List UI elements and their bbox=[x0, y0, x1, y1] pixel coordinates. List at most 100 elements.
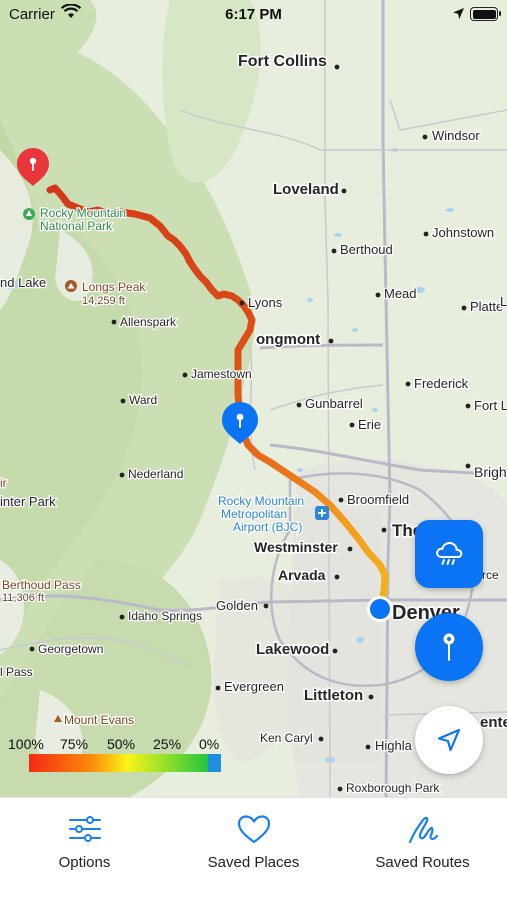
place-label-erie: Erie bbox=[358, 417, 381, 432]
place-dot-broomfield bbox=[338, 497, 344, 503]
place-dot-ken-caryl bbox=[318, 736, 324, 742]
place-label-loveland-pass: l Pass bbox=[0, 665, 33, 679]
place-dot-arvada bbox=[334, 574, 340, 580]
place-dot-frederick bbox=[405, 381, 411, 387]
place-dot-gunbarrel bbox=[296, 402, 302, 408]
place-dot-jamestown bbox=[182, 372, 188, 378]
map-view[interactable]: Fort Collins Windsor Loveland Berthoud Johns… bbox=[0, 0, 507, 797]
heart-icon bbox=[237, 815, 270, 844]
place-dot-lyons bbox=[239, 300, 245, 306]
current-location-dot bbox=[367, 596, 393, 622]
place-label-golden: Golden bbox=[216, 598, 258, 613]
place-dot-thornton bbox=[381, 527, 387, 533]
legend-label-100: 100% bbox=[8, 736, 44, 752]
airport-label-line2: Metropolitan bbox=[221, 507, 287, 521]
place-label-idaho-springs: Idaho Springs bbox=[128, 609, 202, 623]
battery-icon bbox=[470, 7, 501, 21]
tab-bar: Options Saved Places Saved Routes bbox=[0, 797, 507, 900]
squiggle-route-icon bbox=[408, 816, 438, 844]
peak-elevation-berthoud-pass: 11,306 ft bbox=[2, 592, 44, 604]
place-label-arvada: Arvada bbox=[278, 567, 326, 583]
app-screen: Fort Collins Windsor Loveland Berthoud Johns… bbox=[0, 0, 507, 900]
place-dot-johnstown bbox=[423, 231, 429, 237]
place-dot-brighton bbox=[465, 463, 471, 469]
place-label-fort-lupton: Fort L bbox=[474, 398, 507, 413]
drop-pin-button[interactable] bbox=[415, 613, 483, 681]
peak-label-mount-evans: Mount Evans bbox=[64, 713, 134, 727]
place-dot-berthoud bbox=[331, 248, 337, 254]
place-label-frederick: Frederick bbox=[414, 376, 469, 391]
place-dot-ward bbox=[120, 398, 126, 404]
place-label-windsor: Windsor bbox=[432, 128, 480, 143]
legend-label-50: 50% bbox=[107, 736, 136, 752]
peak-elevation-longs-peak: 14,259 ft bbox=[82, 295, 125, 307]
place-dot-nederland bbox=[119, 472, 125, 478]
place-label-johnstown: Johnstown bbox=[432, 225, 494, 240]
airport-label-line3: Airport (BJC) bbox=[233, 520, 302, 534]
place-label-roxborough-park: Roxborough Park bbox=[346, 781, 440, 795]
place-label-lyons: Lyons bbox=[248, 295, 283, 310]
map-pin-icon bbox=[443, 633, 455, 661]
place-label-littleton: Littleton bbox=[304, 687, 363, 704]
place-dot-golden bbox=[263, 603, 269, 609]
place-dot-loveland bbox=[341, 188, 347, 194]
place-label-centennial: ente bbox=[480, 714, 507, 731]
route-legend: 100% 75% 50% 25% 0% bbox=[8, 736, 221, 776]
place-dot-idaho-springs bbox=[119, 614, 125, 620]
legend-label-75: 75% bbox=[60, 736, 89, 752]
park-icon bbox=[23, 208, 35, 220]
place-dot-platteville bbox=[461, 305, 467, 311]
park-label-line2: National Park bbox=[40, 219, 113, 233]
legend-gradient-bar bbox=[29, 754, 221, 772]
sliders-icon bbox=[68, 816, 101, 842]
place-label-berthoud: Berthoud bbox=[340, 242, 393, 257]
place-label-lake-right: L bbox=[500, 294, 507, 309]
place-label-ward: Ward bbox=[129, 393, 157, 407]
place-label-longmont: ongmont bbox=[256, 331, 320, 348]
place-label-broomfield: Broomfield bbox=[347, 492, 409, 507]
place-label-mead: Mead bbox=[384, 286, 417, 301]
place-dot-littleton bbox=[368, 694, 374, 700]
weather-button[interactable] bbox=[415, 520, 483, 588]
place-label-jamestown: Jamestown bbox=[191, 367, 252, 381]
place-label-georgetown: Georgetown bbox=[38, 642, 103, 656]
airport-label-line1: Rocky Mountain bbox=[218, 494, 304, 508]
tab-saved-places[interactable]: Saved Places bbox=[169, 798, 338, 878]
place-dot-erie bbox=[349, 422, 355, 428]
place-dot-evergreen bbox=[215, 685, 221, 691]
tab-options[interactable]: Options bbox=[0, 798, 169, 878]
tab-saved-routes[interactable]: Saved Routes bbox=[338, 798, 507, 878]
place-label-ken-caryl: Ken Caryl bbox=[260, 731, 313, 745]
tab-saved-routes-label: Saved Routes bbox=[375, 854, 470, 871]
place-label-allenspark: Allenspark bbox=[120, 315, 177, 329]
place-dot-mead bbox=[375, 292, 381, 298]
peak-label-longs-peak: Longs Peak bbox=[82, 280, 146, 294]
place-label-winter-park: inter Park bbox=[0, 494, 56, 509]
place-label-westminster: Westminster bbox=[254, 539, 338, 555]
status-bar: Carrier 6:17 PM bbox=[0, 0, 507, 30]
place-dot-fort-collins bbox=[334, 64, 340, 70]
clock-label: 6:17 PM bbox=[225, 6, 282, 23]
place-dot-highlands-ranch bbox=[365, 744, 371, 750]
peak-label-berthoud-pass: Berthoud Pass bbox=[2, 578, 81, 592]
cloud-rain-icon bbox=[436, 541, 463, 565]
locate-me-button[interactable] bbox=[415, 706, 483, 774]
place-label-lakewood: Lakewood bbox=[256, 641, 329, 658]
navigation-arrow-icon bbox=[437, 728, 461, 752]
place-label-nederland: Nederland bbox=[128, 467, 183, 481]
park-label-line1: Rocky Mountain bbox=[40, 206, 126, 220]
place-dot-allenspark bbox=[111, 319, 117, 325]
place-label-evergreen: Evergreen bbox=[224, 679, 284, 694]
legend-labels: 100% 75% 50% 25% 0% bbox=[8, 736, 222, 752]
place-dot-roxborough-park bbox=[337, 786, 343, 792]
peak-label-i-peak: ir bbox=[0, 476, 7, 490]
place-label-platteville: Platte bbox=[470, 299, 503, 314]
place-dot-westminster bbox=[347, 546, 353, 552]
tab-saved-places-label: Saved Places bbox=[207, 854, 300, 871]
legend-label-0: 0% bbox=[199, 736, 220, 752]
place-label-fort-collins: Fort Collins bbox=[238, 53, 327, 70]
place-label-loveland: Loveland bbox=[273, 181, 339, 198]
place-dot-lakewood bbox=[332, 648, 338, 654]
longs-peak-icon bbox=[65, 280, 77, 292]
place-dot-longmont bbox=[328, 338, 334, 344]
